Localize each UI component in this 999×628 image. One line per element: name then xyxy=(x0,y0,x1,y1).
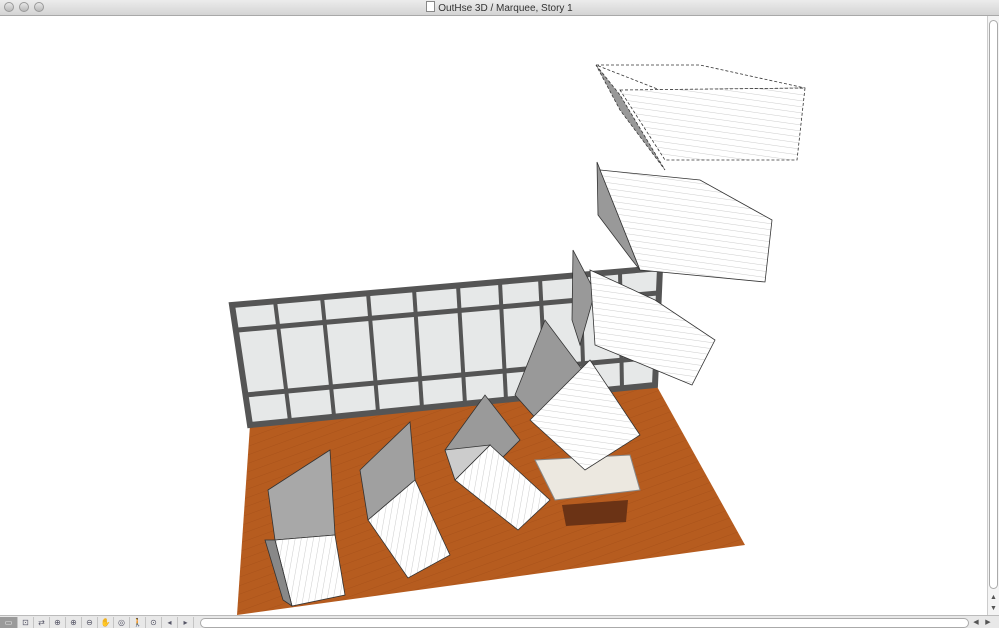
window-title: OutHse 3D / Marquee, Story 1 xyxy=(438,3,573,14)
scroll-left-button[interactable]: ◀ xyxy=(971,617,981,628)
zoom-area-icon[interactable]: ⊡ xyxy=(18,616,34,628)
next-zoom-icon[interactable]: ▸ xyxy=(178,616,194,628)
scroll-right-button[interactable]: ▶ xyxy=(983,617,993,628)
previous-zoom-icon[interactable]: ◂ xyxy=(162,616,178,628)
navigation-toolbar: ▭ ⊡ ⇄ ⊕ ⊕ ⊖ ✋ ◎ 🚶 ⊙ ◂ ▸ ◀ ▶ xyxy=(0,615,999,628)
orbit-icon[interactable]: ⇄ xyxy=(34,616,50,628)
horizontal-scrollbar[interactable]: ◀ ▶ xyxy=(200,617,999,628)
explore-icon[interactable]: ◎ xyxy=(114,616,130,628)
vertical-scroll-thumb[interactable] xyxy=(989,20,998,589)
3d-model-scene xyxy=(228,64,806,615)
3d-viewport[interactable] xyxy=(0,16,988,615)
view-mode-button[interactable]: ▭ xyxy=(0,616,18,628)
module-7 xyxy=(595,64,806,171)
pan-hand-icon[interactable]: ✋ xyxy=(98,616,114,628)
zoom-fit-icon[interactable]: ⊕ xyxy=(50,616,66,628)
walk-icon[interactable]: 🚶 xyxy=(130,616,146,628)
horizontal-scroll-thumb[interactable] xyxy=(200,617,969,628)
zoom-out-icon[interactable]: ⊖ xyxy=(82,616,98,628)
fit-in-window-icon[interactable]: ⊙ xyxy=(146,616,162,628)
zoom-in-icon[interactable]: ⊕ xyxy=(66,616,82,628)
scroll-down-button[interactable]: ▼ xyxy=(988,603,999,614)
module-6 xyxy=(596,161,773,283)
vertical-scrollbar[interactable]: ▲ ▼ xyxy=(987,16,999,615)
title-bar: OutHse 3D / Marquee, Story 1 xyxy=(0,0,999,16)
scroll-up-button[interactable]: ▲ xyxy=(988,592,999,603)
document-icon xyxy=(426,1,436,12)
